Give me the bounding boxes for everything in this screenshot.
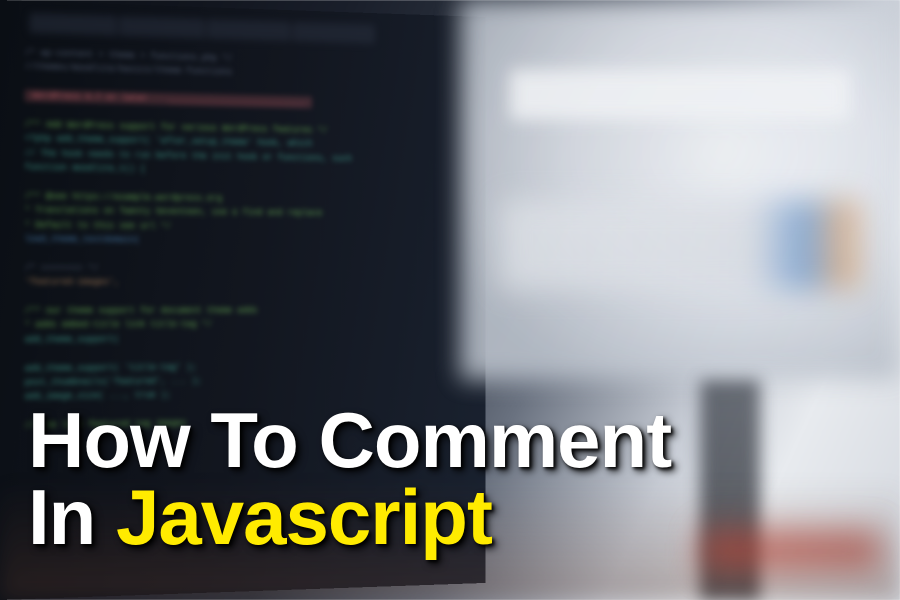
headline-line-1: How To Comment (28, 402, 671, 478)
code-line (25, 290, 477, 304)
red-desk-object (700, 530, 880, 570)
code-line: WordPress 4.7 or later (25, 90, 161, 105)
browser-toolbar-blur (510, 70, 850, 120)
code-line: ___________________________ (161, 93, 312, 108)
code-line: /* ======== */ (25, 261, 477, 277)
headline-text: How To Comment In Javascript (28, 402, 671, 555)
code-editor-content: /* wp-content > theme > functions.php */… (25, 46, 477, 433)
headline-line-2: In Javascript (28, 479, 671, 555)
browser-content-blur (500, 200, 860, 290)
code-line: /** our theme support for document theme… (25, 304, 477, 319)
right-monitor (460, 0, 900, 380)
editor-tabs (30, 13, 375, 44)
code-line: 'featured-images', (25, 275, 477, 290)
